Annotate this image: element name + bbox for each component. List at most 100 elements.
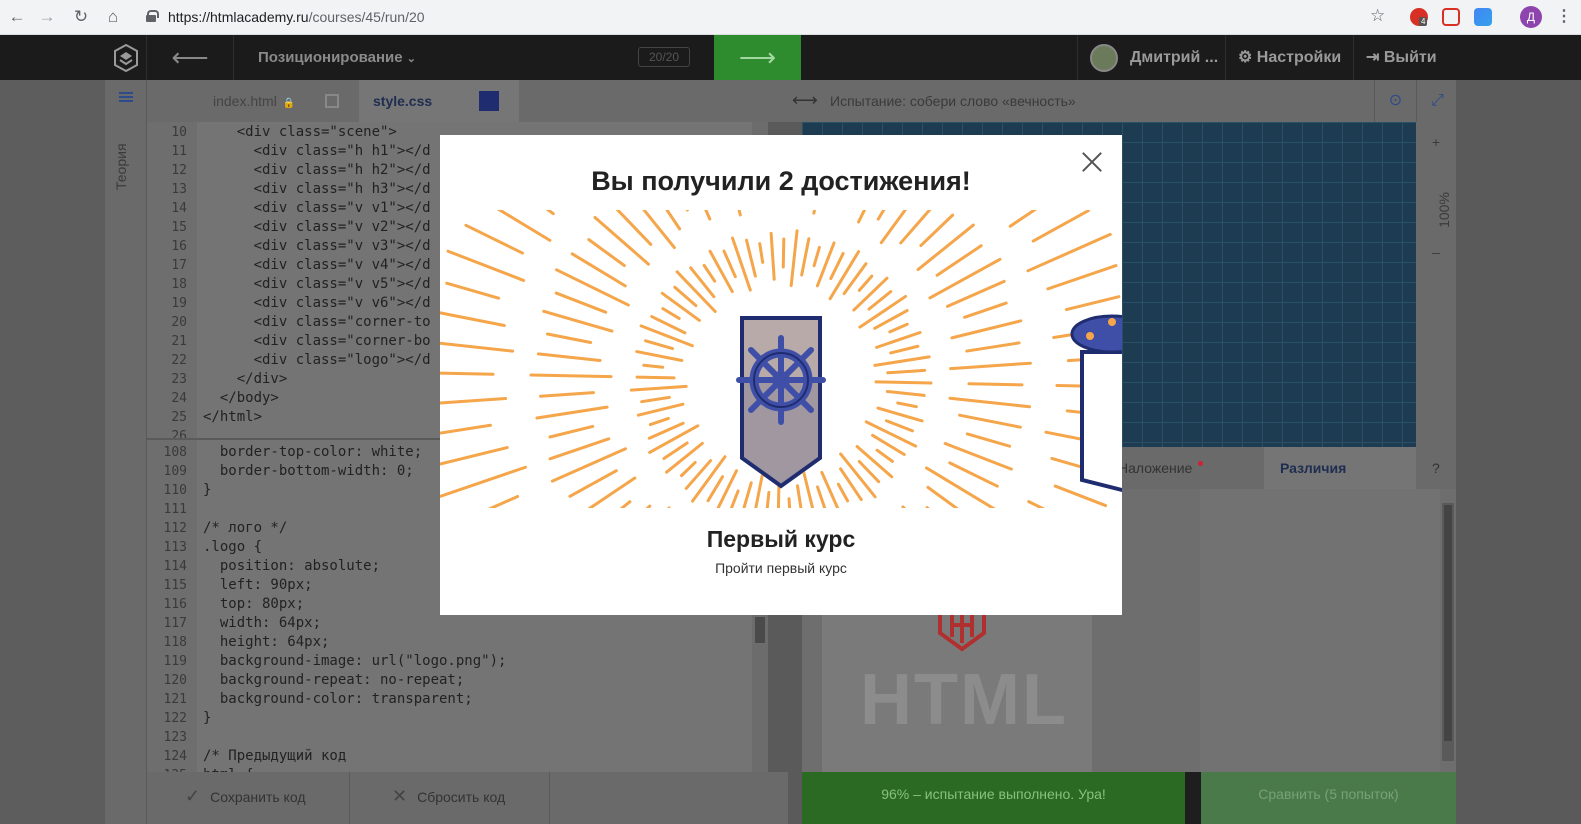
code-text[interactable]: <div class="v v3"></d (203, 237, 431, 256)
extension-video-icon[interactable] (1442, 8, 1460, 26)
fullscreen-icon[interactable]: ⤢ (1416, 80, 1458, 122)
line-number: 18 (171, 277, 187, 292)
code-text[interactable]: .logo { (203, 538, 262, 557)
sunburst-ray (648, 424, 700, 454)
code-text[interactable]: </body> (203, 389, 279, 408)
reload-icon[interactable]: ↻ (70, 6, 92, 28)
scroll-thumb[interactable] (755, 617, 765, 643)
sunburst-ray (440, 423, 493, 435)
code-text[interactable]: <div class="h h3"></d (203, 180, 431, 199)
code-text[interactable]: <div class="v v6"></d (203, 294, 431, 313)
back-icon[interactable]: ← (6, 6, 28, 28)
sunburst-ray (440, 371, 495, 376)
settings-button[interactable]: ⚙ Настройки (1225, 35, 1341, 80)
sunburst-ray (737, 210, 742, 217)
sunburst-ray (886, 368, 927, 375)
result-image (1200, 489, 1440, 772)
code-text[interactable]: <div class="v v2"></d (203, 218, 431, 237)
code-text[interactable]: width: 64px; (203, 614, 321, 633)
sunburst-ray (529, 373, 613, 379)
extension-send-icon[interactable] (1474, 8, 1492, 26)
zoom-controls: + 100% – (1416, 122, 1456, 447)
line-number: 24 (171, 391, 187, 406)
sunburst-ray (587, 238, 626, 268)
line-number: 110 (163, 483, 187, 498)
save-code-button[interactable]: ✓ Сохранить код (147, 772, 350, 824)
code-text[interactable]: } (203, 481, 211, 500)
code-text[interactable]: <div class="v v5"></d (203, 275, 431, 294)
sunburst-ray (864, 420, 918, 448)
reset-code-button[interactable]: ✕ Сбросить код (350, 772, 550, 824)
sunburst-ray (536, 352, 602, 363)
code-text[interactable]: <div class="logo"></d (203, 351, 431, 370)
tab-style-css[interactable]: style.css (359, 80, 519, 122)
code-text[interactable]: <div class="v v4"></d (203, 256, 431, 275)
course-title-dropdown[interactable]: Позиционирование ⌄ (258, 49, 416, 66)
theory-tab[interactable]: Теория (113, 143, 129, 190)
academy-logo-icon[interactable] (105, 35, 147, 80)
compare-scrollbar[interactable] (1442, 503, 1454, 761)
collapse-icon[interactable] (479, 91, 499, 111)
line-number: 25 (171, 410, 187, 425)
sunburst-ray (916, 223, 975, 272)
sunburst-ray (1031, 210, 1090, 243)
scroll-thumb[interactable] (1444, 505, 1452, 741)
code-text[interactable]: </html> (203, 408, 262, 427)
sunburst-ray (535, 405, 609, 420)
line-number: 108 (163, 445, 187, 460)
code-text[interactable]: position: absolute; (203, 557, 380, 576)
sunburst-ray (800, 237, 811, 277)
tab-overlay[interactable]: Наложение (1118, 447, 1204, 489)
user-menu[interactable]: Дмитрий ... (1077, 35, 1218, 80)
sunburst-ray (885, 389, 926, 397)
code-text[interactable]: border-bottom-width: 0; (203, 462, 414, 481)
code-text[interactable]: <div class="corner-to (203, 313, 431, 332)
sunburst-ray (640, 395, 671, 404)
code-text[interactable]: left: 90px; (203, 576, 313, 595)
code-text[interactable]: border-top-color: white; (203, 443, 422, 462)
browser-toolbar: ← → ↻ ⌂ https://htmlacademy.ru/courses/4… (0, 0, 1581, 35)
logout-button[interactable]: ⇥ Выйти (1353, 35, 1437, 80)
zoom-in-button[interactable]: + (1416, 134, 1456, 150)
compare-button[interactable]: Сравнить (5 попыток) (1201, 772, 1456, 824)
chevron-down-icon: ⌄ (406, 53, 417, 65)
code-text[interactable]: background-color: transparent; (203, 690, 473, 709)
tab-diff[interactable]: Различия (1264, 447, 1416, 489)
sunburst-ray (660, 291, 701, 322)
code-text[interactable]: background-image: url("logo.png"); (203, 652, 507, 671)
code-text[interactable]: <div class="h h1"></d (203, 142, 431, 161)
collapse-icon[interactable] (325, 94, 339, 108)
sunburst-ray (1027, 500, 1046, 508)
code-text[interactable]: top: 80px; (203, 595, 304, 614)
resize-arrows-icon[interactable]: ⟷ (792, 90, 818, 111)
sunburst-ray (539, 391, 595, 398)
zoom-out-button[interactable]: – (1416, 244, 1456, 260)
code-text[interactable]: height: 64px; (203, 633, 330, 652)
code-text[interactable]: background-repeat: no-repeat; (203, 671, 464, 690)
browser-menu-icon[interactable]: ⋮ (1556, 6, 1572, 26)
sunburst-ray (440, 446, 509, 466)
play-icon[interactable]: ⊙ (1374, 80, 1416, 122)
extension-adblock-icon[interactable]: 4 (1410, 8, 1428, 26)
profile-avatar[interactable]: Д (1520, 6, 1542, 28)
code-text[interactable]: <div class="h h2"></d (203, 161, 431, 180)
bookmark-star-icon[interactable]: ☆ (1370, 6, 1385, 26)
prev-task-button[interactable]: ⟵ (147, 35, 234, 80)
code-text[interactable]: <div class="v v1"></d (203, 199, 431, 218)
forward-icon[interactable]: → (36, 6, 58, 28)
code-text[interactable]: /* Предыдущий код (203, 747, 346, 766)
code-text[interactable]: <div class="scene"> (203, 123, 397, 142)
sunburst-ray (548, 424, 595, 439)
code-text[interactable]: } (203, 709, 211, 728)
next-task-button[interactable]: ⟶ (714, 35, 801, 80)
tab-index-html[interactable]: index.html 🔒 (199, 80, 359, 122)
address-bar[interactable]: https://htmlacademy.ru/courses/45/run/20 (134, 4, 1399, 31)
zoom-level: 100% (1435, 192, 1452, 228)
help-button[interactable]: ? (1432, 447, 1440, 489)
sunburst-ray (445, 281, 501, 300)
home-icon[interactable]: ⌂ (102, 6, 124, 28)
code-text[interactable]: </div> (203, 370, 288, 389)
menu-icon[interactable] (119, 92, 133, 102)
code-text[interactable]: <div class="corner-bo (203, 332, 431, 351)
code-text[interactable]: /* лого */ (203, 519, 287, 538)
